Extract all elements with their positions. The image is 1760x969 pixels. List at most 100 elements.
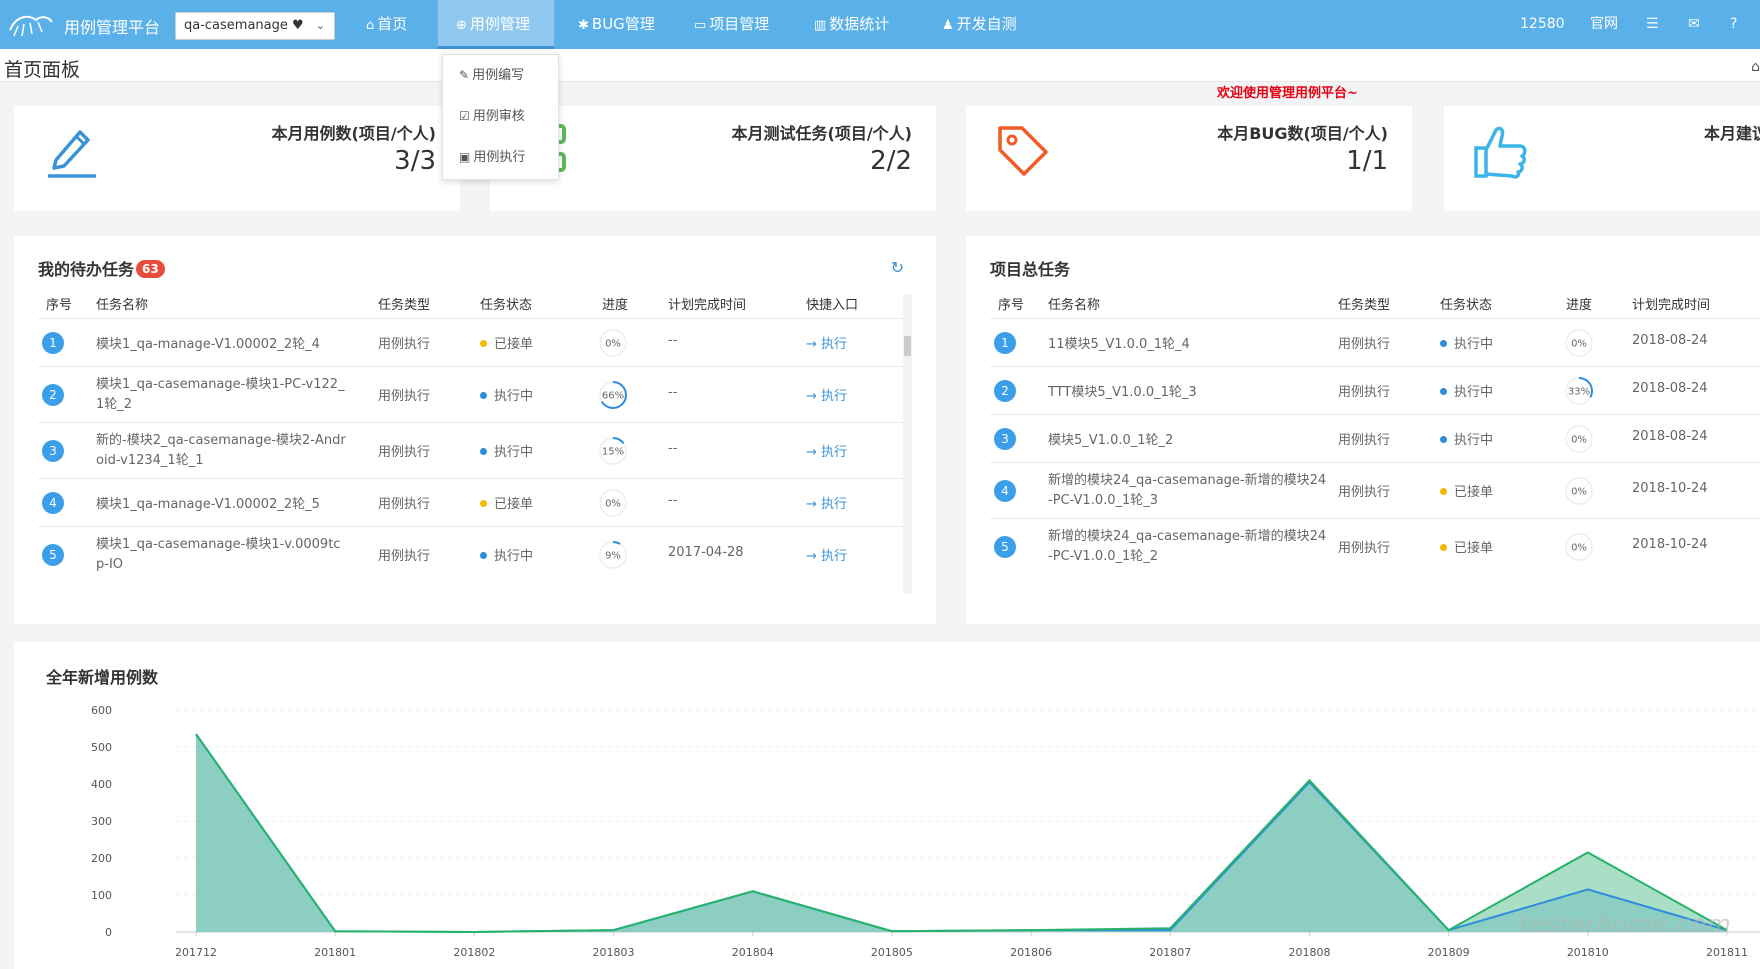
progress-label: 66%	[602, 391, 624, 402]
task-status: 已接单	[1440, 481, 1493, 500]
top-navbar: 用例管理平台 qa-casemanage ♥ ⌄ ⌂ 首页 ⊕ 用例管理 ✱ BUG管…	[0, 0, 1760, 49]
stat-label: 本月测试任务(项目/个人)	[731, 124, 912, 143]
table-row[interactable]: 3 模块5_V1.0.0_1轮_2 用例执行 执行中 0% 2018-08-24	[990, 414, 1760, 462]
task-due: --	[668, 493, 678, 508]
progress-label: 9%	[605, 551, 621, 562]
row-number: 5	[994, 536, 1016, 558]
menu-item-case-write[interactable]: ✎ 用例编写	[443, 55, 558, 96]
progress-ring: 0%	[1565, 533, 1593, 561]
cases-dropdown-menu: ✎ 用例编写 ☑ 用例审核 ▣ 用例执行	[442, 54, 559, 180]
col-header: 任务状态	[1440, 298, 1493, 313]
task-status: 执行中	[480, 385, 533, 404]
col-header: 进度	[1566, 298, 1593, 313]
project-select[interactable]: qa-casemanage ♥ ⌄	[175, 12, 335, 40]
y-tick-label: 400	[91, 778, 112, 791]
stat-value: 3/3	[394, 146, 436, 176]
menu-item-case-review[interactable]: ☑ 用例审核	[443, 96, 558, 137]
x-tick-label: 201805	[871, 946, 913, 959]
x-tick-label: 201807	[1149, 946, 1191, 959]
row-number: 4	[42, 492, 64, 514]
bar-chart-icon: ▥	[814, 18, 827, 33]
status-dot	[1440, 544, 1447, 551]
task-name: 模块1_qa-manage-V1.00002_2轮_5	[96, 497, 320, 512]
task-status: 已接单	[480, 333, 533, 352]
project-tasks-title: 项目总任务	[990, 260, 1071, 279]
help-icon[interactable]: ?	[1730, 0, 1737, 49]
page-title: 首页面板	[4, 59, 81, 81]
user-id[interactable]: 12580	[1520, 0, 1565, 49]
progress-ring: 0%	[599, 329, 627, 357]
site-link[interactable]: 官网	[1590, 0, 1618, 49]
execute-link[interactable]: → 执行	[806, 441, 847, 460]
col-header: 序号	[46, 298, 73, 313]
project-tasks-table: 序号 任务名称 任务类型 任务状态 进度 计划完成时间 1 11模块5_V1.0…	[990, 294, 1760, 594]
tag-icon	[998, 126, 1048, 176]
table-row[interactable]: 5 新增的模块24_qa-casemanage-新增的模块24-PC-V1.0.…	[990, 518, 1760, 574]
task-status: 执行中	[1440, 333, 1493, 352]
table-row[interactable]: 2 TTT模块5_V1.0.0_1轮_3 用例执行 执行中 33% 2018-0…	[990, 366, 1760, 414]
nav-stats[interactable]: ▥ 数据统计	[814, 0, 889, 49]
progress-label: 0%	[1571, 487, 1587, 498]
table-row[interactable]: 3 新的-模块2_qa-casemanage-模块2-Android-v1234…	[38, 422, 904, 478]
nav-devtest[interactable]: ♟ 开发自测	[942, 0, 1017, 49]
col-header: 快捷入口	[806, 298, 859, 313]
scroll-thumb[interactable]	[904, 336, 911, 356]
stat-card-cases: 本月用例数(项目/个人) 3/3	[14, 106, 460, 211]
row-number: 4	[994, 480, 1016, 502]
task-type: 用例执行	[378, 549, 431, 564]
nav-bug[interactable]: ✱ BUG管理	[578, 0, 655, 49]
task-name: 新的-模块2_qa-casemanage-模块2-Android-v1234_1…	[96, 433, 346, 468]
task-due: 2018-08-24	[1632, 429, 1708, 444]
stat-card-bugs: 本月BUG数(项目/个人) 1/1	[966, 106, 1412, 211]
execute-link[interactable]: → 执行	[806, 545, 847, 564]
progress-ring: 0%	[599, 489, 627, 517]
task-due: 2018-08-24	[1632, 333, 1708, 348]
table-row[interactable]: 4 模块1_qa-manage-V1.00002_2轮_5 用例执行 已接单 0…	[38, 478, 904, 526]
menu-item-case-execute[interactable]: ▣ 用例执行	[443, 137, 558, 178]
table-row[interactable]: 2 模块1_qa-casemanage-模块1-PC-v122_1轮_2 用例执…	[38, 366, 904, 422]
col-header: 任务类型	[1338, 298, 1391, 313]
task-due: --	[668, 441, 678, 456]
status-dot	[480, 500, 487, 507]
y-tick-label: 600	[91, 704, 112, 717]
task-name: TTT模块5_V1.0.0_1轮_3	[1048, 385, 1197, 400]
list-icon[interactable]: ☰	[1646, 0, 1659, 49]
execute-link[interactable]: → 执行	[806, 333, 847, 352]
table-row[interactable]: 1 模块1_qa-manage-V1.00002_2轮_4 用例执行 已接单 0…	[38, 318, 904, 366]
brand-title: 用例管理平台	[64, 18, 161, 37]
task-name: 模块1_qa-manage-V1.00002_2轮_4	[96, 337, 320, 352]
breadcrumb-bar: 首页面板 ⌂	[0, 49, 1760, 82]
status-dot	[1440, 488, 1447, 495]
nav-cases[interactable]: ⊕ 用例管理	[438, 0, 554, 49]
folder-icon: ▭	[694, 18, 707, 33]
status-dot	[480, 392, 487, 399]
x-tick-label: 201808	[1288, 946, 1330, 959]
table-row[interactable]: 5 模块1_qa-casemanage-模块1-v.0009tcp-IO 用例执…	[38, 526, 904, 582]
table-row[interactable]: 1 11模块5_V1.0.0_1轮_4 用例执行 执行中 0% 2018-08-…	[990, 318, 1760, 366]
stat-card-suggestions: 本月建议	[1444, 106, 1760, 211]
col-header: 进度	[602, 298, 629, 313]
nav-home[interactable]: ⌂ 首页	[366, 0, 407, 49]
check-icon: ☑	[459, 109, 470, 123]
mail-icon[interactable]: ✉	[1688, 0, 1700, 49]
row-number: 3	[994, 428, 1016, 450]
stat-value: 2/2	[870, 146, 912, 176]
stat-label: 本月BUG数(项目/个人)	[1217, 124, 1388, 143]
home-icon[interactable]: ⌂	[1751, 59, 1760, 75]
execute-link[interactable]: → 执行	[806, 493, 847, 512]
stat-label: 本月用例数(项目/个人)	[271, 124, 436, 143]
logo-icon[interactable]	[8, 10, 54, 38]
refresh-icon[interactable]: ↻	[891, 258, 904, 277]
nav-project[interactable]: ▭ 项目管理	[694, 0, 769, 49]
progress-label: 0%	[1571, 435, 1587, 446]
todo-scrollbar[interactable]	[903, 294, 912, 594]
row-number: 2	[42, 384, 64, 406]
pencil-icon	[48, 130, 96, 178]
home-icon: ⌂	[366, 18, 375, 33]
table-row[interactable]: 4 新增的模块24_qa-casemanage-新增的模块24-PC-V1.0.…	[990, 462, 1760, 518]
task-type: 用例执行	[378, 445, 431, 460]
execute-link[interactable]: → 执行	[806, 385, 847, 404]
row-number: 3	[42, 440, 64, 462]
todo-panel: 我的待办任务 63 ↻ 序号 任务名称 任务类型 任务状态 进度 计划完成时间 快…	[14, 236, 936, 624]
task-name: 模块1_qa-casemanage-模块1-v.0009tcp-IO	[96, 537, 341, 572]
